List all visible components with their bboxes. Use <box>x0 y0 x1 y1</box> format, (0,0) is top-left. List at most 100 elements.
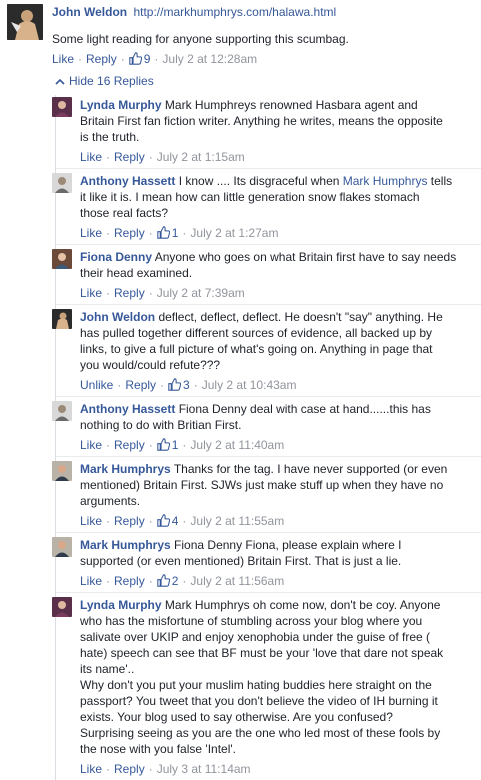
reply-button[interactable]: Reply <box>125 378 156 392</box>
divider <box>56 456 481 457</box>
reply-body-6: Mark Humphrys Thanks for the tag. I have… <box>80 461 475 509</box>
top-comment-text: Some light reading for anyone supporting… <box>52 32 349 46</box>
like-button[interactable]: Like <box>80 574 102 588</box>
thumbs-up-icon <box>156 438 170 451</box>
timestamp[interactable]: July 2 at 1:15am <box>157 150 245 164</box>
like-button[interactable]: Like <box>80 226 102 240</box>
reply-text-line: Britain First fan fiction writer. Anythi… <box>80 114 443 128</box>
reply-button[interactable]: Reply <box>114 514 145 528</box>
timestamp[interactable]: July 2 at 7:39am <box>157 286 245 300</box>
reply-body-5: Anthony Hassett Fiona Denny deal with ca… <box>80 401 475 433</box>
reply-text-line: passport? You tweet that you don't belie… <box>80 694 438 708</box>
reply-button[interactable]: Reply <box>114 574 145 588</box>
timestamp[interactable]: July 2 at 12:28am <box>162 52 257 66</box>
reply-actions-3: Like · Reply · July 2 at 7:39am <box>80 286 245 300</box>
reply-author[interactable]: Anthony Hassett <box>80 174 175 188</box>
like-button[interactable]: Like <box>80 762 102 776</box>
reply-text-line: links, to give a full picture of what's … <box>80 342 433 356</box>
hide-replies-label: Hide 16 Replies <box>69 74 154 88</box>
reply-button[interactable]: Reply <box>114 438 145 452</box>
reply-text-line: is the truth. <box>80 130 140 144</box>
like-count[interactable]: 1 <box>156 226 178 240</box>
reply-body-2: Anthony Hassett I know .... Its disgrace… <box>80 173 475 221</box>
reply-actions-6: Like · Reply · 4 · July 2 at 11:55am <box>80 514 285 528</box>
hide-replies-toggle[interactable]: Hide 16 Replies <box>55 74 154 88</box>
reply-actions-4: Unlike · Reply · 3 · July 2 at 10:43am <box>80 378 297 392</box>
avatar-anthony-hassett[interactable] <box>52 401 72 421</box>
divider <box>56 396 481 397</box>
reply-text-line: has pulled together different sources of… <box>80 326 433 340</box>
reply-text-line: who has the misfortune of stumbling acro… <box>80 614 423 628</box>
like-button[interactable]: Like <box>80 286 102 300</box>
timestamp[interactable]: July 2 at 10:43am <box>202 378 297 392</box>
reply-author[interactable]: Lynda Murphy <box>80 98 162 112</box>
reply-author[interactable]: John Weldon <box>80 310 155 324</box>
like-count[interactable]: 1 <box>156 438 178 452</box>
reply-text-line: it like it is. I mean how can little gen… <box>80 190 420 204</box>
reply-body-4: John Weldon deflect, deflect, deflect. H… <box>80 309 475 373</box>
avatar-anthony-hassett[interactable] <box>52 173 72 193</box>
thumbs-up-icon <box>156 574 170 587</box>
like-count[interactable]: 4 <box>156 514 178 528</box>
like-count[interactable]: 3 <box>168 378 190 392</box>
reply-text-line: I know .... Its disgraceful when <box>178 174 343 188</box>
reply-button[interactable]: Reply <box>114 226 145 240</box>
avatar-mark-humphrys[interactable] <box>52 537 72 557</box>
like-button[interactable]: Like <box>80 150 102 164</box>
reply-text-line: deflect, deflect, deflect. He doesn't "s… <box>158 310 443 324</box>
reply-button[interactable]: Reply <box>114 150 145 164</box>
divider <box>56 244 481 245</box>
comment-link[interactable]: http://markhumphrys.com/halawa.html <box>133 5 336 19</box>
avatar-lynda-murphy[interactable] <box>52 97 72 117</box>
avatar-john-weldon[interactable] <box>7 4 43 40</box>
reply-text-line: supported (or even mentioned) Britain Fi… <box>80 554 402 568</box>
reply-actions-2: Like · Reply · 1 · July 2 at 1:27am <box>80 226 279 240</box>
reply-button[interactable]: Reply <box>114 762 145 776</box>
reply-author[interactable]: Fiona Denny <box>80 250 152 264</box>
like-button[interactable]: Like <box>80 514 102 528</box>
timestamp[interactable]: July 3 at 11:14am <box>157 762 251 776</box>
avatar-john-weldon[interactable] <box>52 309 72 329</box>
thumbs-up-icon <box>168 378 182 391</box>
reply-text-line: those real facts? <box>80 206 169 220</box>
thumbs-up-icon <box>128 52 142 65</box>
reply-button[interactable]: Reply <box>114 286 145 300</box>
timestamp[interactable]: July 2 at 11:56am <box>190 574 284 588</box>
timestamp[interactable]: July 2 at 11:55am <box>190 514 284 528</box>
reply-button[interactable]: Reply <box>86 52 117 66</box>
reply-text-line: Mark Humphreys renowned Hasbara agent an… <box>164 98 418 112</box>
unlike-button[interactable]: Unlike <box>80 378 113 392</box>
avatar-fiona-denny[interactable] <box>52 249 72 269</box>
reply-text-line: arguments. <box>80 494 141 508</box>
reply-actions-5: Like · Reply · 1 · July 2 at 11:40am <box>80 438 285 452</box>
reply-text-line: its name'.. <box>80 662 135 676</box>
like-count[interactable]: 2 <box>156 574 178 588</box>
reply-text-line: Fiona Denny Fiona, please explain where … <box>174 538 402 552</box>
reply-text-line: salivate over UKIP and enjoy xenophobia … <box>80 630 431 644</box>
avatar-mark-humphrys[interactable] <box>52 461 72 481</box>
reply-body-1: Lynda Murphy Mark Humphreys renowned Has… <box>80 97 475 145</box>
reply-text-line: Why don't you put your muslim hating bud… <box>80 678 432 692</box>
timestamp[interactable]: July 2 at 11:40am <box>190 438 284 452</box>
reply-author[interactable]: Anthony Hassett <box>80 402 175 416</box>
reply-text-line: Thanks for the tag. I have never support… <box>173 462 448 476</box>
reply-thread-line <box>55 95 56 780</box>
reply-text-line: exists. Your blog used to say otherwise.… <box>80 710 393 724</box>
reply-text-line: the nose with you false 'Intel'. <box>80 742 237 756</box>
mention-link[interactable]: Mark Humphrys <box>343 174 428 188</box>
reply-author[interactable]: Mark Humphrys <box>80 462 171 476</box>
reply-text-line: Anyone who goes on what Britain first ha… <box>154 250 457 264</box>
comment-author[interactable]: John Weldon <box>52 5 127 19</box>
divider <box>56 304 481 305</box>
avatar-lynda-murphy[interactable] <box>52 597 72 617</box>
reply-body-8: Lynda Murphy Mark Humphrys oh come now, … <box>80 597 475 757</box>
like-count[interactable]: 9 <box>128 52 150 66</box>
reply-body-3: Fiona Denny Anyone who goes on what Brit… <box>80 249 475 281</box>
top-comment-actions: Like · Reply · 9 · July 2 at 12:28am <box>52 52 258 66</box>
reply-author[interactable]: Mark Humphrys <box>80 538 171 552</box>
like-button[interactable]: Like <box>52 52 74 66</box>
reply-text-line: Fiona Denny deal with case at hand......… <box>178 402 431 416</box>
reply-author[interactable]: Lynda Murphy <box>80 598 162 612</box>
like-button[interactable]: Like <box>80 438 102 452</box>
timestamp[interactable]: July 2 at 1:27am <box>190 226 278 240</box>
